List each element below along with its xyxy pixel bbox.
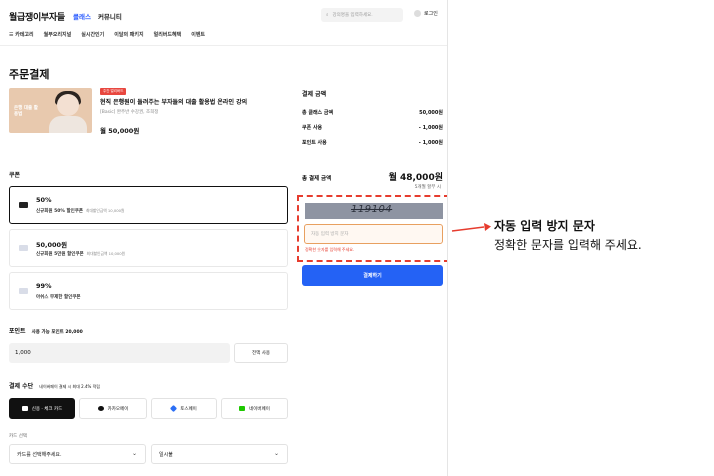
points-label-row: 포인트 사용 가능 포인트 20,000 bbox=[9, 326, 83, 335]
nav-community[interactable]: 커뮤니티 bbox=[98, 11, 122, 21]
search-placeholder: 강의명을 입력하세요. bbox=[332, 13, 373, 18]
coupon-desc-text: 아쉬스 무제한 할인쿠폰 bbox=[36, 295, 81, 300]
category-menu[interactable]: ☰ 카테고리 bbox=[9, 31, 34, 38]
summary-row-label: 포인트 사용 bbox=[302, 140, 327, 146]
coupon-desc-text: 신규회원 5만원 할인쿠폰 bbox=[36, 252, 84, 257]
captcha-error: 정확한 숫자를 입력해 주세요. bbox=[305, 247, 355, 252]
naver-icon bbox=[239, 406, 246, 411]
product-price: 월 50,000원 bbox=[100, 127, 140, 135]
captcha-image: 119104 bbox=[305, 203, 443, 219]
search-icon: ⌕ bbox=[326, 13, 329, 18]
summary-row-value: - 1,000원 bbox=[418, 140, 443, 146]
coupon-option[interactable]: 50% 신규회원 50% 할인쿠폰 최대할인금액 10,000원 bbox=[9, 186, 288, 224]
installment-select[interactable]: 일시불 ⌄ bbox=[151, 444, 288, 464]
payment-note: 네이버페이 결제 시 최대 2.4% 적립 bbox=[39, 384, 100, 389]
coupon-desc-text: 신규회원 50% 할인쿠폰 bbox=[36, 209, 84, 214]
pay-toss-button[interactable]: 토스페이 bbox=[151, 398, 217, 419]
summary-title: 결제 금액 bbox=[302, 91, 327, 98]
page-title: 주문결제 bbox=[9, 68, 50, 81]
captcha-text: 119104 bbox=[351, 204, 393, 215]
search-input[interactable]: ⌕ 강의명을 입력하세요. bbox=[321, 8, 403, 22]
category-label: 카테고리 bbox=[15, 32, 34, 38]
chevron-down-icon: ⌄ bbox=[131, 450, 137, 457]
pay-naver-button[interactable]: 네이버페이 bbox=[221, 398, 288, 419]
coupon-desc: 신규회원 50% 할인쿠폰 최대할인금액 10,000원 bbox=[36, 208, 125, 214]
product-title: 현직 은행원이 들려주는 부자들의 대출 활용법 온라인 강의 bbox=[100, 99, 248, 106]
payment-label: 결제 수단 bbox=[9, 383, 34, 390]
summary-row-label: 총 클래스 금액 bbox=[302, 110, 334, 116]
sub-nav-earlybird[interactable]: 얼리버드혜택 bbox=[154, 31, 182, 38]
kakao-icon bbox=[97, 406, 104, 411]
instructor-body bbox=[49, 116, 87, 133]
coupon-icon bbox=[19, 245, 28, 251]
coupon-desc: 아쉬스 무제한 할인쿠폰 bbox=[36, 294, 81, 300]
product-thumbnail: 은행 대출 활용법 bbox=[9, 88, 92, 133]
login-button[interactable]: 로그인 bbox=[414, 10, 438, 17]
site-logo[interactable]: 월급쟁이부자들 bbox=[9, 10, 65, 23]
coupon-amount: 50% bbox=[36, 196, 52, 204]
points-available: 사용 가능 포인트 20,000 bbox=[31, 330, 83, 335]
annotation-arrow-icon bbox=[451, 223, 491, 232]
summary-total: 총 결제 금액 월 48,000원 bbox=[302, 170, 443, 183]
coupon-option[interactable]: 50,000원 신규회원 5만원 할인쿠폰 최대할인금액 10,000원 bbox=[9, 229, 288, 267]
summary-row-label: 쿠폰 사용 bbox=[302, 125, 323, 131]
card-select[interactable]: 카드를 선택해주세요. ⌄ bbox=[9, 444, 146, 464]
payment-label-row: 결제 수단 네이버페이 결제 시 최대 2.4% 적립 bbox=[9, 381, 100, 390]
sub-nav-event[interactable]: 이벤트 bbox=[191, 31, 205, 38]
thumbnail-text: 은행 대출 활용법 bbox=[14, 106, 38, 117]
coupon-option[interactable]: 99% 아쉬스 무제한 할인쿠폰 bbox=[9, 272, 288, 310]
avatar-icon bbox=[414, 10, 421, 17]
coupon-icon bbox=[19, 202, 28, 208]
total-value: 월 48,000원 bbox=[388, 173, 443, 183]
use-all-points-button[interactable]: 전액 사용 bbox=[234, 343, 288, 363]
summary-row: 포인트 사용 - 1,000원 bbox=[302, 139, 443, 146]
summary-row-value: - 1,000원 bbox=[418, 125, 443, 131]
points-input[interactable]: 1,000 bbox=[9, 343, 230, 363]
pay-submit-button[interactable]: 결제하기 bbox=[302, 265, 443, 286]
site-header: 월급쟁이부자들 클래스 커뮤니티 ⌕ 강의명을 입력하세요. 로그인 ☰ 카테고… bbox=[0, 0, 447, 46]
coupon-label: 쿠폰 bbox=[9, 172, 21, 179]
pay-kakao-label: 카카오페이 bbox=[107, 406, 129, 412]
installment-note: 5개월 할부 시 bbox=[414, 185, 441, 190]
sub-nav-original[interactable]: 월부오리지널 bbox=[44, 31, 72, 38]
login-label: 로그인 bbox=[424, 11, 438, 17]
summary-row: 쿠폰 사용 - 1,000원 bbox=[302, 124, 443, 131]
annotation-subtitle: 정확한 문자를 입력해 주세요. bbox=[494, 238, 642, 252]
card-icon bbox=[21, 406, 28, 411]
coupon-note: 최대할인금액 10,000원 bbox=[86, 209, 125, 213]
coupon-desc: 신규회원 5만원 할인쿠폰 최대할인금액 10,000원 bbox=[36, 251, 125, 257]
points-label: 포인트 bbox=[9, 328, 26, 335]
annotation-title: 자동 입력 방지 문자 bbox=[494, 219, 595, 233]
coupon-amount: 99% bbox=[36, 282, 52, 290]
card-select-label: 카드 선택 bbox=[9, 434, 27, 439]
installment-select-value: 일시불 bbox=[159, 451, 173, 458]
toss-icon bbox=[170, 404, 178, 413]
pay-toss-label: 토스페이 bbox=[180, 406, 197, 412]
nav-class[interactable]: 클래스 bbox=[73, 11, 91, 21]
product-badge: 주간 얼리버드 bbox=[100, 88, 127, 95]
chevron-down-icon: ⌄ bbox=[273, 450, 279, 457]
pay-card-button[interactable]: 신용 · 체크 카드 bbox=[9, 398, 75, 419]
pay-card-label: 신용 · 체크 카드 bbox=[31, 406, 63, 412]
sub-nav-package[interactable]: 이달의 패키지 bbox=[114, 31, 143, 38]
sub-nav: ☰ 카테고리 월부오리지널 실시간인기 이달의 패키지 얼리버드혜택 이벤트 bbox=[9, 31, 205, 38]
pay-kakao-button[interactable]: 카카오페이 bbox=[79, 398, 147, 419]
coupon-icon bbox=[19, 288, 28, 294]
captcha-input[interactable]: 자동 입력 방지 문자 bbox=[304, 224, 443, 244]
sub-nav-popular[interactable]: 실시간인기 bbox=[81, 31, 104, 38]
summary-row: 총 클래스 금액 50,000원 bbox=[302, 109, 443, 116]
instructor-face bbox=[57, 94, 79, 116]
summary-row-value: 50,000원 bbox=[419, 110, 443, 116]
checkout-window: 월급쟁이부자들 클래스 커뮤니티 ⌕ 강의명을 입력하세요. 로그인 ☰ 카테고… bbox=[0, 0, 448, 476]
product-subtitle: [Basic] 완주반 수강권, 조희정 bbox=[100, 110, 159, 115]
total-label: 총 결제 금액 bbox=[302, 176, 332, 182]
coupon-note: 최대할인금액 10,000원 bbox=[86, 252, 126, 256]
card-select-value: 카드를 선택해주세요. bbox=[17, 451, 62, 458]
pay-naver-label: 네이버페이 bbox=[249, 406, 270, 412]
top-nav: 클래스 커뮤니티 bbox=[73, 11, 122, 21]
coupon-amount: 50,000원 bbox=[36, 241, 68, 249]
